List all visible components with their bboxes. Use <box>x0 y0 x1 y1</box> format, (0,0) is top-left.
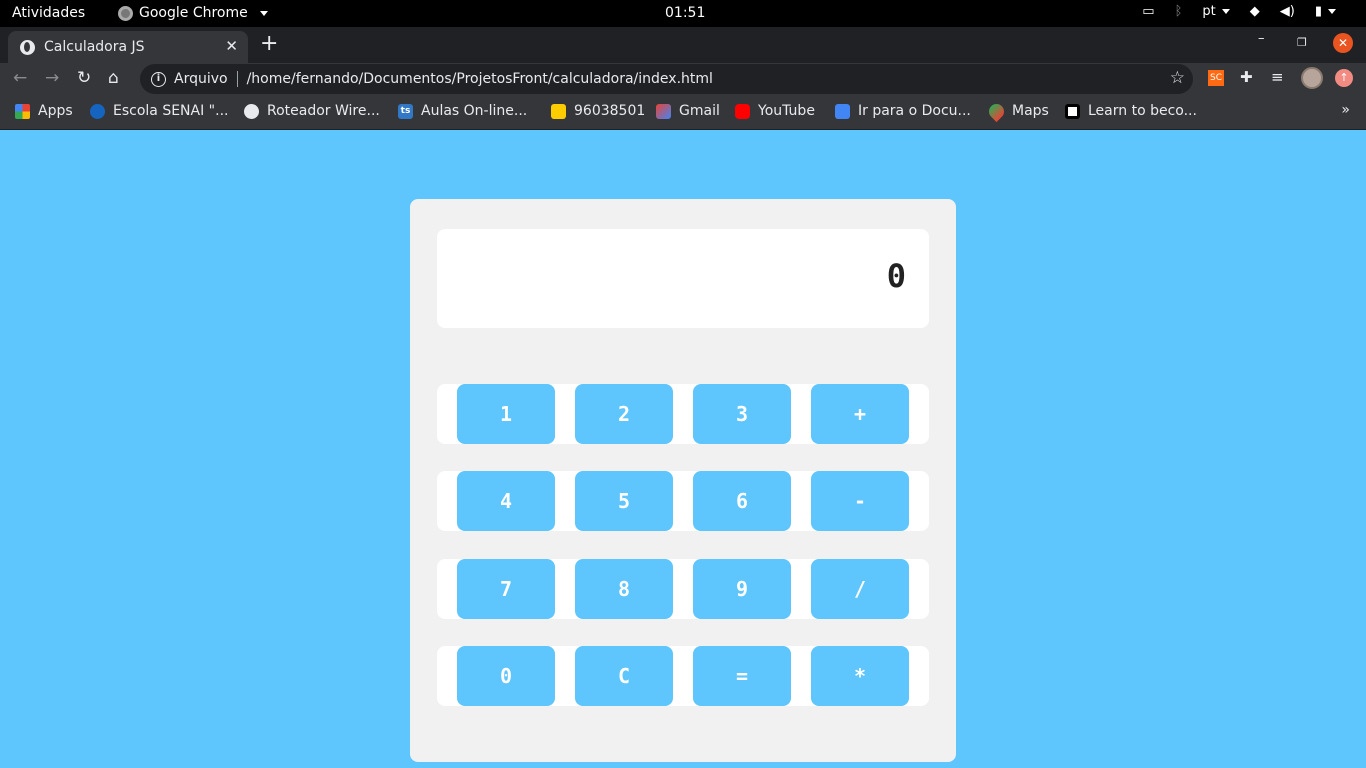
bookmark-label: Maps <box>1012 103 1049 119</box>
key-5-button[interactable]: 5 <box>575 471 673 531</box>
tab-strip: Calculadora JS ✕ + – ❐ ✕ <box>0 27 1366 63</box>
globe-icon <box>20 39 35 55</box>
multiply-button[interactable]: * <box>811 646 909 706</box>
button-row: 0 C = * <box>437 646 929 706</box>
equals-button[interactable]: = <box>693 646 791 706</box>
ts-icon: ts <box>398 103 413 119</box>
otm-icon <box>90 103 105 119</box>
back-icon[interactable]: ← <box>13 68 27 88</box>
more-bookmarks-icon[interactable]: » <box>1341 102 1350 118</box>
bookmark-label: Ir para o Docu... <box>858 103 971 119</box>
system-top-bar: Atividades Google Chrome 01:51 ▭ ᛒ pt ◆ … <box>0 0 1366 27</box>
subtract-button[interactable]: - <box>811 471 909 531</box>
forward-icon[interactable]: → <box>45 68 59 88</box>
button-row: 4 5 6 - <box>437 471 929 531</box>
sc-extension-icon[interactable]: SC <box>1208 70 1224 86</box>
key-6-button[interactable]: 6 <box>693 471 791 531</box>
bookmark-roteador[interactable]: Roteador Wire... <box>244 103 380 119</box>
profile-avatar[interactable] <box>1301 67 1323 89</box>
key-7-button[interactable]: 7 <box>457 559 555 619</box>
bookmark-aulas[interactable]: ts Aulas On-line... <box>398 103 527 119</box>
language-indicator[interactable]: pt <box>1202 4 1230 19</box>
bookmark-96038501[interactable]: 96038501 <box>551 103 645 119</box>
2048-icon <box>551 103 566 119</box>
extensions-puzzle-icon[interactable]: ✚ <box>1240 68 1253 86</box>
bookmark-star-icon[interactable]: ☆ <box>1170 68 1185 88</box>
bookmark-maps[interactable]: Maps <box>985 100 1049 122</box>
system-tray[interactable]: ▭ ᛒ pt ◆ ◀) ▮ <box>1142 4 1336 19</box>
bookmark-label: Apps <box>38 103 73 119</box>
bluetooth-icon: ᛒ <box>1174 4 1183 19</box>
bookmark-label: Escola SENAI "... <box>113 103 229 119</box>
add-button[interactable]: + <box>811 384 909 444</box>
bookmark-label: Learn to beco... <box>1088 103 1197 119</box>
screen-icon: ▭ <box>1142 4 1155 19</box>
bookmark-gmail[interactable]: Gmail <box>656 103 720 119</box>
new-tab-button[interactable]: + <box>260 31 278 56</box>
key-3-button[interactable]: 3 <box>693 384 791 444</box>
key-2-button[interactable]: 2 <box>575 384 673 444</box>
bookmark-escola-senai[interactable]: Escola SENAI "... <box>90 103 228 119</box>
clock[interactable]: 01:51 <box>665 5 705 21</box>
update-icon[interactable]: ↑ <box>1335 69 1353 87</box>
close-window-button[interactable]: ✕ <box>1333 33 1353 53</box>
display-value: 0 <box>886 257 906 295</box>
bookmark-apps[interactable]: Apps <box>15 103 73 119</box>
address-url[interactable]: /home/fernando/Documentos/ProjetosFront/… <box>247 71 713 87</box>
bookmarks-bar: Apps Escola SENAI "... Roteador Wire... … <box>0 95 1366 130</box>
reload-icon[interactable]: ↻ <box>77 68 91 88</box>
app-menu-label: Google Chrome <box>139 5 248 21</box>
calculator: 0 1 2 3 + 4 5 6 - 7 8 9 / 0 C = * <box>410 199 956 762</box>
home-icon[interactable]: ⌂ <box>108 68 119 88</box>
info-icon[interactable]: i <box>151 71 166 87</box>
bookmark-youtube[interactable]: YouTube <box>735 103 815 119</box>
key-4-button[interactable]: 4 <box>457 471 555 531</box>
bookmark-learn[interactable]: Learn to beco... <box>1065 103 1197 119</box>
youtube-icon <box>735 103 750 119</box>
address-bar[interactable]: i Arquivo /home/fernando/Documentos/Proj… <box>140 64 1193 94</box>
clear-button[interactable]: C <box>575 646 673 706</box>
minimize-button[interactable]: – <box>1258 31 1265 46</box>
battery-icon: ▮ <box>1315 4 1336 19</box>
volume-icon: ◀) <box>1279 4 1295 19</box>
tab-calculadora[interactable]: Calculadora JS ✕ <box>8 31 248 63</box>
wifi-icon: ◆ <box>1249 4 1260 19</box>
button-row: 1 2 3 + <box>437 384 929 444</box>
calculator-display: 0 <box>437 229 929 328</box>
docs-icon <box>835 103 850 119</box>
tab-title: Calculadora JS <box>44 39 145 55</box>
key-8-button[interactable]: 8 <box>575 559 673 619</box>
bookmark-label: YouTube <box>758 103 815 119</box>
bookmark-label: 96038501 <box>574 103 646 119</box>
restore-button[interactable]: ❐ <box>1297 36 1307 49</box>
app-menu[interactable]: Google Chrome <box>118 5 268 21</box>
button-row: 7 8 9 / <box>437 559 929 619</box>
key-1-button[interactable]: 1 <box>457 384 555 444</box>
key-9-button[interactable]: 9 <box>693 559 791 619</box>
gmail-icon <box>656 103 671 119</box>
browser-toolbar: ← → ↻ ⌂ i Arquivo /home/fernando/Documen… <box>0 63 1366 95</box>
maps-icon <box>985 100 1008 122</box>
divide-button[interactable]: / <box>811 559 909 619</box>
key-0-button[interactable]: 0 <box>457 646 555 706</box>
media-control-icon[interactable]: ≡ <box>1271 68 1284 86</box>
bookmark-docs[interactable]: Ir para o Docu... <box>835 103 971 119</box>
address-scheme: Arquivo <box>174 71 228 87</box>
bookmark-label: Roteador Wire... <box>267 103 380 119</box>
apps-grid-icon <box>15 103 30 119</box>
bookmark-label: Gmail <box>679 103 720 119</box>
bookmark-label: Aulas On-line... <box>421 103 528 119</box>
learn-icon <box>1065 103 1080 119</box>
address-separator <box>236 71 238 87</box>
chevron-down-icon <box>259 10 268 16</box>
globe-icon <box>244 103 259 119</box>
activities-button[interactable]: Atividades <box>12 5 85 21</box>
chrome-icon <box>118 5 133 21</box>
close-tab-icon[interactable]: ✕ <box>225 37 238 55</box>
